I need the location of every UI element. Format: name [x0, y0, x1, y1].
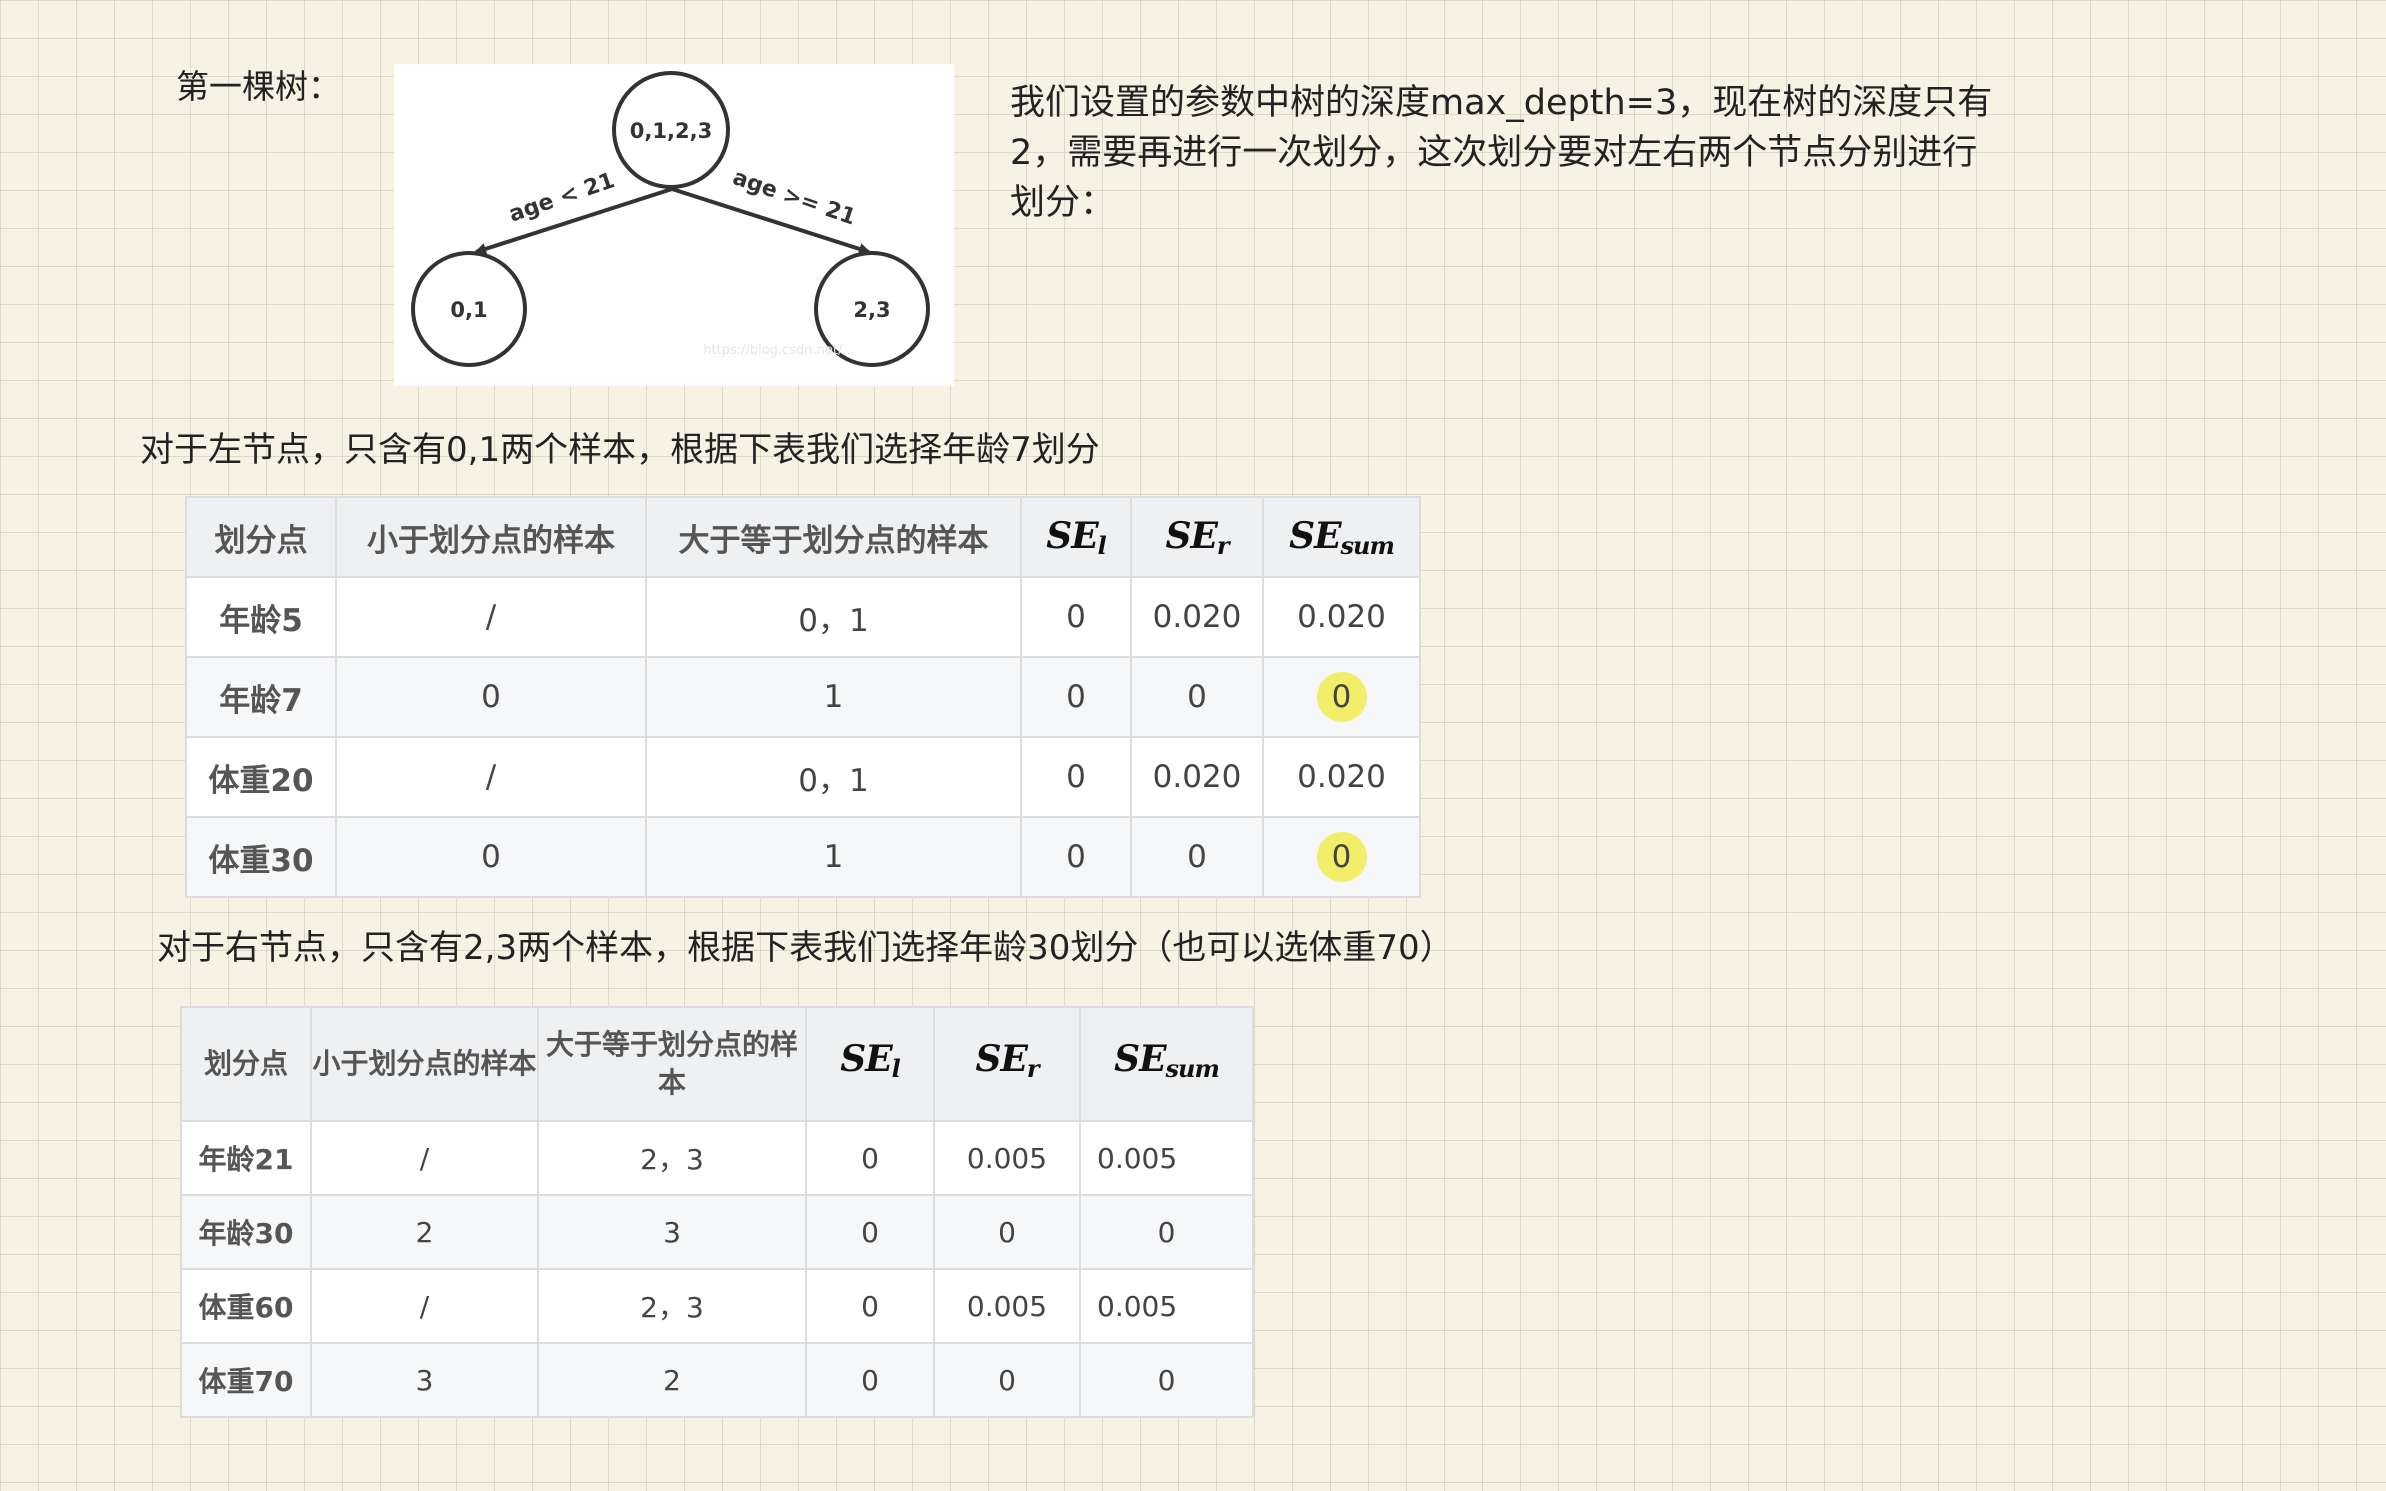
- cell-ge: 1: [645, 816, 1022, 898]
- cell-ge: 3: [537, 1194, 807, 1270]
- header-se-r: SEr: [933, 1006, 1081, 1122]
- header-se-l: SEl: [805, 1006, 935, 1122]
- header-se-sum-sub: sum: [1165, 1054, 1220, 1083]
- table-row: 年龄5 / 0，1 0 0.020 0.020: [185, 576, 1421, 658]
- cell-se-r: 0: [1130, 816, 1264, 898]
- cell-se-sum: 0.005: [1079, 1120, 1254, 1196]
- cell-se-r: 0: [933, 1194, 1081, 1270]
- cell-split-point: 年龄21: [180, 1120, 312, 1196]
- cell-split-point: 体重60: [180, 1268, 312, 1344]
- header-se-sum-sub: sum: [1340, 530, 1395, 560]
- header-less-samples: 小于划分点的样本: [310, 1006, 539, 1122]
- cell-se-r: 0.005: [933, 1120, 1081, 1196]
- header-se-sum: SEsum: [1262, 496, 1421, 578]
- right-node-label: 2,3: [853, 298, 890, 322]
- highlight-mark: 0: [1316, 832, 1367, 882]
- cell-less: /: [310, 1268, 539, 1344]
- cell-ge: 2，3: [537, 1120, 807, 1196]
- cell-se-r: 0: [1130, 656, 1264, 738]
- header-se-l-sub: l: [1097, 530, 1107, 560]
- cell-split-point: 年龄5: [185, 576, 337, 658]
- right-edge-label: age >= 21: [729, 165, 858, 230]
- cell-split-point: 年龄7: [185, 656, 337, 738]
- cell-se-l: 0: [1020, 576, 1132, 658]
- header-ge-samples: 大于等于划分点的样本: [537, 1006, 807, 1122]
- left-edge-label: age < 21: [506, 168, 618, 227]
- cell-se-r: 0.020: [1130, 576, 1264, 658]
- cell-split-point: 体重20: [185, 736, 337, 818]
- cell-ge: 2，3: [537, 1268, 807, 1344]
- table-row: 年龄21 / 2，3 0 0.005 0.005: [180, 1120, 1254, 1196]
- header-se-l: SEl: [1020, 496, 1132, 578]
- cell-se-sum: 0: [1079, 1194, 1254, 1270]
- table-row: 年龄7 0 1 0 0 0: [185, 656, 1421, 738]
- cell-less: 2: [310, 1194, 539, 1270]
- table-header-row: 划分点 小于划分点的样本 大于等于划分点的样本 SEl SEr SEsum: [180, 1006, 1254, 1122]
- cell-se-l: 0: [1020, 736, 1132, 818]
- header-se-sum-base: SE: [1289, 514, 1341, 557]
- cell-split-point: 年龄30: [180, 1194, 312, 1270]
- cell-se-sum: 0: [1079, 1342, 1254, 1418]
- cell-se-r: 0: [933, 1342, 1081, 1418]
- cell-se-sum: 0.020: [1262, 736, 1421, 818]
- cell-se-l: 0: [1020, 816, 1132, 898]
- cell-ge: 0，1: [645, 576, 1022, 658]
- header-se-r-base: SE: [1165, 514, 1217, 557]
- table-header-row: 划分点 小于划分点的样本 大于等于划分点的样本 SEl SEr SEsum: [185, 496, 1421, 578]
- cell-split-point: 体重70: [180, 1342, 312, 1418]
- header-less-samples: 小于划分点的样本: [335, 496, 647, 578]
- header-ge-samples: 大于等于划分点的样本: [645, 496, 1022, 578]
- cell-se-sum: 0.020: [1262, 576, 1421, 658]
- header-split-point: 划分点: [180, 1006, 312, 1122]
- cell-se-l: 0: [805, 1342, 935, 1418]
- cell-se-sum: 0.005: [1079, 1268, 1254, 1344]
- cell-se-l: 0: [1020, 656, 1132, 738]
- header-se-r-sub: r: [1026, 1054, 1040, 1083]
- tree-label: 第一棵树：: [176, 67, 341, 106]
- cell-less: /: [335, 736, 647, 818]
- watermark: https://blog.csdn.net/...: [703, 343, 854, 358]
- header-se-l-base: SE: [840, 1038, 892, 1080]
- header-se-l-base: SE: [1046, 514, 1098, 557]
- cell-less: 3: [310, 1342, 539, 1418]
- header-se-r-base: SE: [975, 1038, 1027, 1080]
- cell-se-sum: 0: [1262, 656, 1421, 738]
- highlight-mark: 0: [1316, 672, 1367, 722]
- cell-se-l: 0: [805, 1194, 935, 1270]
- cell-less: 0: [335, 656, 647, 738]
- cell-ge: 1: [645, 656, 1022, 738]
- cell-se-l: 0: [805, 1268, 935, 1344]
- cell-ge: 2: [537, 1342, 807, 1418]
- table-row: 年龄30 2 3 0 0 0: [180, 1194, 1254, 1270]
- table-row: 体重30 0 1 0 0 0: [185, 816, 1421, 898]
- table-row: 体重60 / 2，3 0 0.005 0.005: [180, 1268, 1254, 1344]
- left-node-caption: 对于左节点，只含有0,1两个样本，根据下表我们选择年龄7划分: [140, 430, 1100, 470]
- root-node-label: 0,1,2,3: [630, 119, 712, 143]
- cell-se-r: 0.020: [1130, 736, 1264, 818]
- right-node-split-table: 划分点 小于划分点的样本 大于等于划分点的样本 SEl SEr SEsum 年龄…: [180, 1006, 1254, 1418]
- header-se-r: SEr: [1130, 496, 1264, 578]
- cell-ge: 0，1: [645, 736, 1022, 818]
- tree-diagram: 0,1,2,3 0,1 2,3 age < 21 age >= 21 https…: [394, 64, 954, 386]
- header-se-r-sub: r: [1216, 530, 1230, 560]
- left-node-label: 0,1: [450, 298, 487, 322]
- header-se-sum: SEsum: [1079, 1006, 1254, 1122]
- right-node-caption: 对于右节点，只含有2,3两个样本，根据下表我们选择年龄30划分（也可以选体重70…: [157, 928, 1454, 968]
- cell-less: /: [335, 576, 647, 658]
- left-node-split-table: 划分点 小于划分点的样本 大于等于划分点的样本 SEl SEr SEsum 年龄…: [185, 496, 1421, 898]
- cell-less: /: [310, 1120, 539, 1196]
- table-row: 体重70 3 2 0 0 0: [180, 1342, 1254, 1418]
- cell-se-l: 0: [805, 1120, 935, 1196]
- header-se-l-sub: l: [891, 1054, 901, 1083]
- table-row: 体重20 / 0，1 0 0.020 0.020: [185, 736, 1421, 818]
- header-split-point: 划分点: [185, 496, 337, 578]
- header-se-sum-base: SE: [1114, 1038, 1166, 1080]
- intro-paragraph: 我们设置的参数中树的深度max_depth=3，现在树的深度只有2，需要再进行一…: [1010, 83, 1993, 223]
- cell-se-r: 0.005: [933, 1268, 1081, 1344]
- cell-less: 0: [335, 816, 647, 898]
- cell-split-point: 体重30: [185, 816, 337, 898]
- cell-se-sum: 0: [1262, 816, 1421, 898]
